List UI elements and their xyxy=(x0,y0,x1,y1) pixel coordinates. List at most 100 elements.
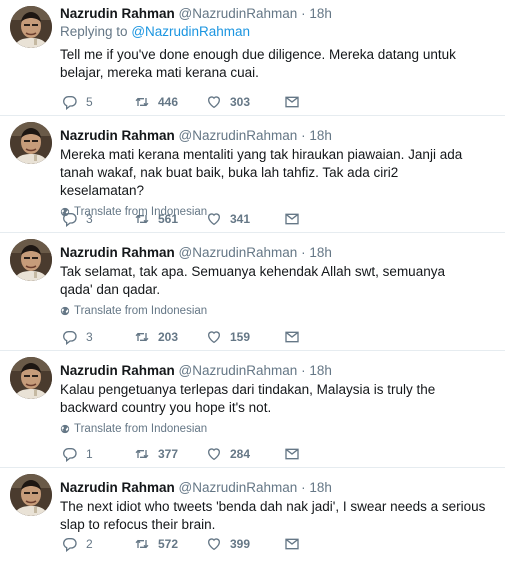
heart-icon xyxy=(206,536,222,552)
dm-button[interactable] xyxy=(284,211,308,227)
author-handle[interactable]: @NazrudinRahman xyxy=(179,480,298,495)
translate-link[interactable]: Translate from Indonesian xyxy=(60,423,497,435)
like-button[interactable]: 341 xyxy=(206,211,284,227)
reply-button[interactable]: 3 xyxy=(62,329,134,345)
avatar[interactable] xyxy=(10,122,52,164)
dm-button[interactable] xyxy=(284,329,308,345)
replying-to: Replying to @NazrudinRahman xyxy=(60,23,497,41)
tweet-text: Tak selamat, tak apa. Semuanya kehendak … xyxy=(60,264,445,297)
envelope-icon xyxy=(284,536,300,552)
reply-button[interactable]: 5 xyxy=(62,94,134,110)
author-name[interactable]: Nazrudin Rahman xyxy=(60,363,175,378)
separator-dot: · xyxy=(301,363,306,378)
reply-count: 3 xyxy=(86,212,93,226)
dm-button[interactable] xyxy=(284,446,308,462)
translate-link[interactable]: Translate from Indonesian xyxy=(60,305,497,317)
like-button[interactable]: 284 xyxy=(206,446,284,462)
tweet-header: Nazrudin Rahman @NazrudinRahman · 18h xyxy=(60,127,497,145)
tweet-text: Tell me if you've done enough due dilige… xyxy=(60,47,456,80)
retweet-button[interactable]: 572 xyxy=(134,536,206,552)
retweet-count: 377 xyxy=(158,447,179,461)
retweet-button[interactable]: 377 xyxy=(134,446,206,462)
tweet-text: Mereka mati kerana mentaliti yang tak hi… xyxy=(60,147,463,198)
tweet-actions: 1 377 284 xyxy=(62,446,308,462)
reply-count: 3 xyxy=(86,330,93,344)
globe-icon xyxy=(60,306,70,316)
retweet-icon xyxy=(134,94,150,110)
retweet-button[interactable]: 203 xyxy=(134,329,206,345)
retweet-icon xyxy=(134,329,150,345)
reply-icon xyxy=(62,446,78,462)
tweet-header: Nazrudin Rahman @NazrudinRahman · 18h xyxy=(60,5,497,23)
like-count: 341 xyxy=(230,212,251,226)
tweet-actions: 5 446 303 xyxy=(62,94,308,110)
retweet-count: 203 xyxy=(158,330,179,344)
avatar[interactable] xyxy=(10,239,52,281)
separator-dot: · xyxy=(301,245,306,260)
reply-count: 5 xyxy=(86,95,93,109)
dm-button[interactable] xyxy=(284,94,308,110)
tweet[interactable]: Nazrudin Rahman @NazrudinRahman · 18h Th… xyxy=(0,468,505,563)
retweet-icon xyxy=(134,446,150,462)
tweet-header: Nazrudin Rahman @NazrudinRahman · 18h xyxy=(60,479,497,497)
tweet-header: Nazrudin Rahman @NazrudinRahman · 18h xyxy=(60,244,497,262)
tweet[interactable]: Nazrudin Rahman @NazrudinRahman · 18h Ka… xyxy=(0,351,505,468)
author-handle[interactable]: @NazrudinRahman xyxy=(179,6,298,21)
globe-icon xyxy=(60,424,70,434)
reply-icon xyxy=(62,211,78,227)
like-button[interactable]: 399 xyxy=(206,536,284,552)
like-count: 284 xyxy=(230,447,251,461)
retweet-count: 572 xyxy=(158,537,179,551)
timestamp[interactable]: 18h xyxy=(309,245,332,260)
reply-count: 1 xyxy=(86,447,93,461)
replying-label: Replying to xyxy=(60,24,128,39)
retweet-button[interactable]: 446 xyxy=(134,94,206,110)
like-count: 303 xyxy=(230,95,251,109)
reply-mention-link[interactable]: @NazrudinRahman xyxy=(131,24,250,39)
timestamp[interactable]: 18h xyxy=(309,480,332,495)
like-count: 159 xyxy=(230,330,251,344)
avatar[interactable] xyxy=(10,6,52,48)
timestamp[interactable]: 18h xyxy=(309,128,332,143)
retweet-icon xyxy=(134,211,150,227)
heart-icon xyxy=(206,329,222,345)
author-name[interactable]: Nazrudin Rahman xyxy=(60,128,175,143)
avatar[interactable] xyxy=(10,357,52,399)
tweet[interactable]: Nazrudin Rahman @NazrudinRahman · 18h Ta… xyxy=(0,233,505,351)
author-handle[interactable]: @NazrudinRahman xyxy=(179,128,298,143)
author-handle[interactable]: @NazrudinRahman xyxy=(179,245,298,260)
timestamp[interactable]: 18h xyxy=(309,363,332,378)
heart-icon xyxy=(206,211,222,227)
translate-label[interactable]: Translate from Indonesian xyxy=(74,423,207,435)
like-count: 399 xyxy=(230,537,251,551)
envelope-icon xyxy=(284,329,300,345)
tweet[interactable]: Nazrudin Rahman @NazrudinRahman · 18h Me… xyxy=(0,116,505,233)
reply-button[interactable]: 3 xyxy=(62,211,134,227)
retweet-count: 446 xyxy=(158,95,179,109)
dm-button[interactable] xyxy=(284,536,308,552)
envelope-icon xyxy=(284,94,300,110)
envelope-icon xyxy=(284,446,300,462)
author-name[interactable]: Nazrudin Rahman xyxy=(60,480,175,495)
retweet-button[interactable]: 561 xyxy=(134,211,206,227)
timestamp[interactable]: 18h xyxy=(309,6,332,21)
avatar[interactable] xyxy=(10,474,52,516)
author-name[interactable]: Nazrudin Rahman xyxy=(60,6,175,21)
translate-label[interactable]: Translate from Indonesian xyxy=(74,305,207,317)
like-button[interactable]: 303 xyxy=(206,94,284,110)
heart-icon xyxy=(206,446,222,462)
tweet-actions: 3 561 341 xyxy=(62,211,308,227)
tweet-header: Nazrudin Rahman @NazrudinRahman · 18h xyxy=(60,362,497,380)
tweet[interactable]: Nazrudin Rahman @NazrudinRahman · 18h Re… xyxy=(0,0,505,116)
separator-dot: · xyxy=(301,6,306,21)
retweet-icon xyxy=(134,536,150,552)
envelope-icon xyxy=(284,211,300,227)
tweet-actions: 3 203 159 xyxy=(62,329,308,345)
author-name[interactable]: Nazrudin Rahman xyxy=(60,245,175,260)
reply-button[interactable]: 2 xyxy=(62,536,134,552)
retweet-count: 561 xyxy=(158,212,179,226)
author-handle[interactable]: @NazrudinRahman xyxy=(179,363,298,378)
reply-count: 2 xyxy=(86,537,93,551)
reply-button[interactable]: 1 xyxy=(62,446,134,462)
like-button[interactable]: 159 xyxy=(206,329,284,345)
